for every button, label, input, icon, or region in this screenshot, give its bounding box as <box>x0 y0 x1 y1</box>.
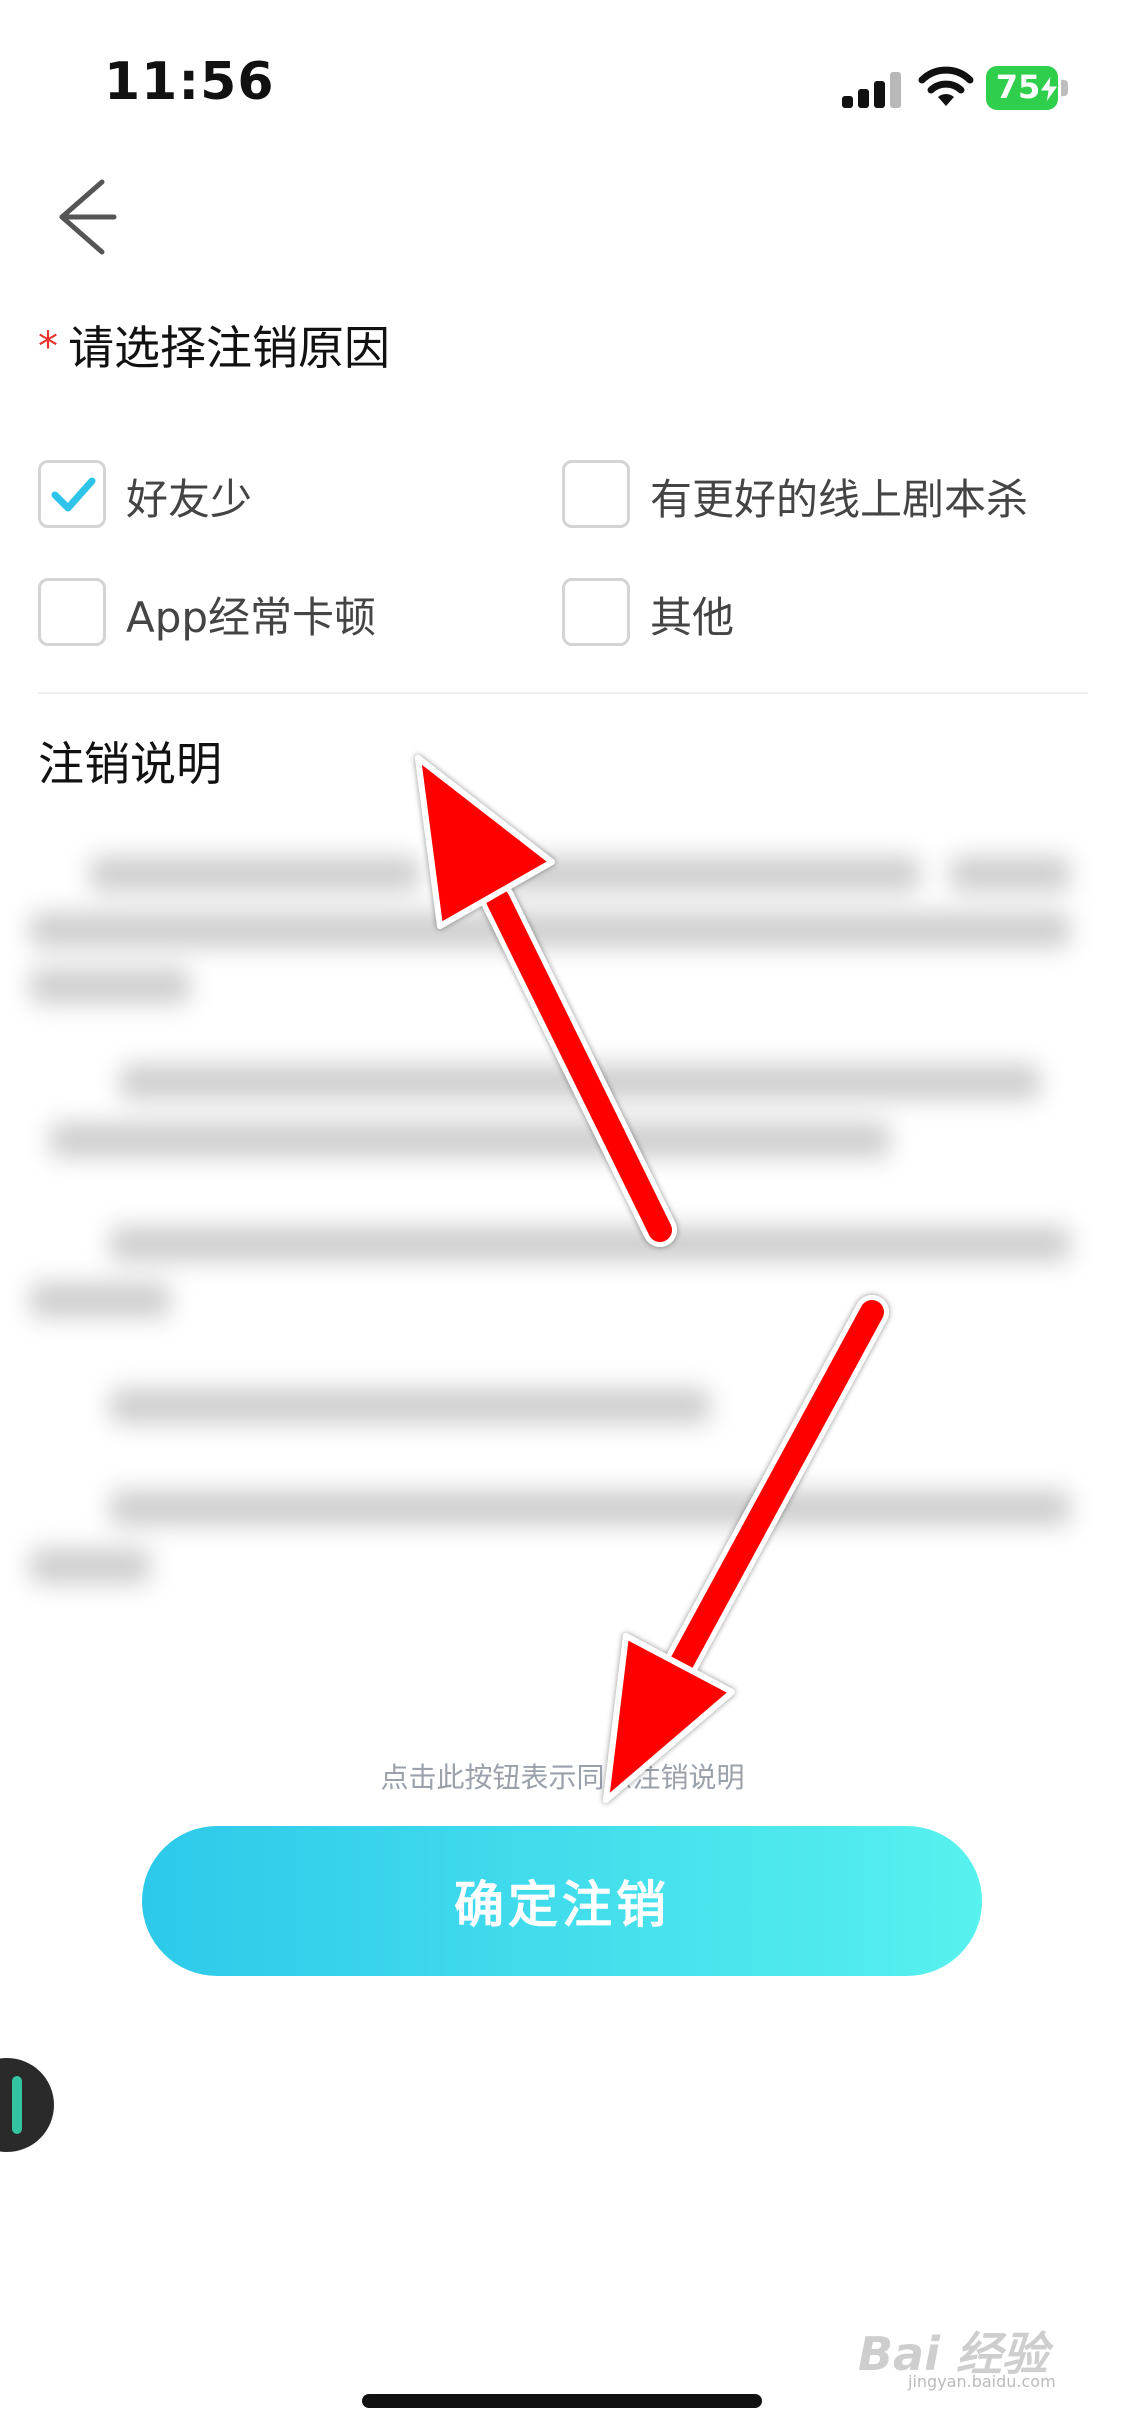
status-time: 11:56 <box>104 52 275 112</box>
checkbox-unchecked[interactable] <box>562 578 630 646</box>
home-indicator[interactable] <box>362 2394 762 2408</box>
baidu-watermark: Bai 经验 jingyan.baidu.com <box>858 2312 1078 2392</box>
reason-option-few-friends[interactable]: 好友少 <box>38 460 518 536</box>
option-label: 其他 <box>650 593 735 642</box>
checkbox-checked[interactable] <box>38 460 106 528</box>
battery-icon: 75 <box>986 66 1070 110</box>
checkbox-unchecked[interactable] <box>562 460 630 528</box>
reason-option-other[interactable]: 其他 <box>562 578 1042 654</box>
agreement-hint: 点击此按钮表示同意注销说明 <box>380 1761 745 1794</box>
cellular-signal-icon <box>842 72 904 108</box>
option-label: App经常卡顿 <box>126 593 377 642</box>
checkmark-icon <box>51 477 96 512</box>
reason-option-app-lag[interactable]: App经常卡顿 <box>38 578 518 654</box>
watermark-url: jingyan.baidu.com <box>908 2372 1056 2391</box>
divider <box>38 692 1088 694</box>
charging-bolt-icon <box>1039 75 1059 103</box>
blurred-notes-content <box>30 830 1100 1610</box>
floating-assistive-handle[interactable] <box>0 2058 54 2152</box>
back-arrow-icon[interactable] <box>52 172 118 262</box>
status-bar: 11:56 75 <box>0 0 1125 170</box>
wifi-icon <box>918 66 974 106</box>
reason-title-text: 请选择注销原因 <box>68 321 390 375</box>
reason-option-better-online-game[interactable]: 有更好的线上剧本杀 <box>562 460 1082 536</box>
required-mark: * <box>38 324 58 370</box>
notes-section-title: 注销说明 <box>38 737 222 791</box>
option-label: 好友少 <box>126 475 253 524</box>
option-label: 有更好的线上剧本杀 <box>650 475 1029 524</box>
confirm-cancel-account-button[interactable]: 确定注销 <box>142 1826 982 1976</box>
reason-section-title: * 请选择注销原因 <box>38 312 390 378</box>
checkbox-unchecked[interactable] <box>38 578 106 646</box>
